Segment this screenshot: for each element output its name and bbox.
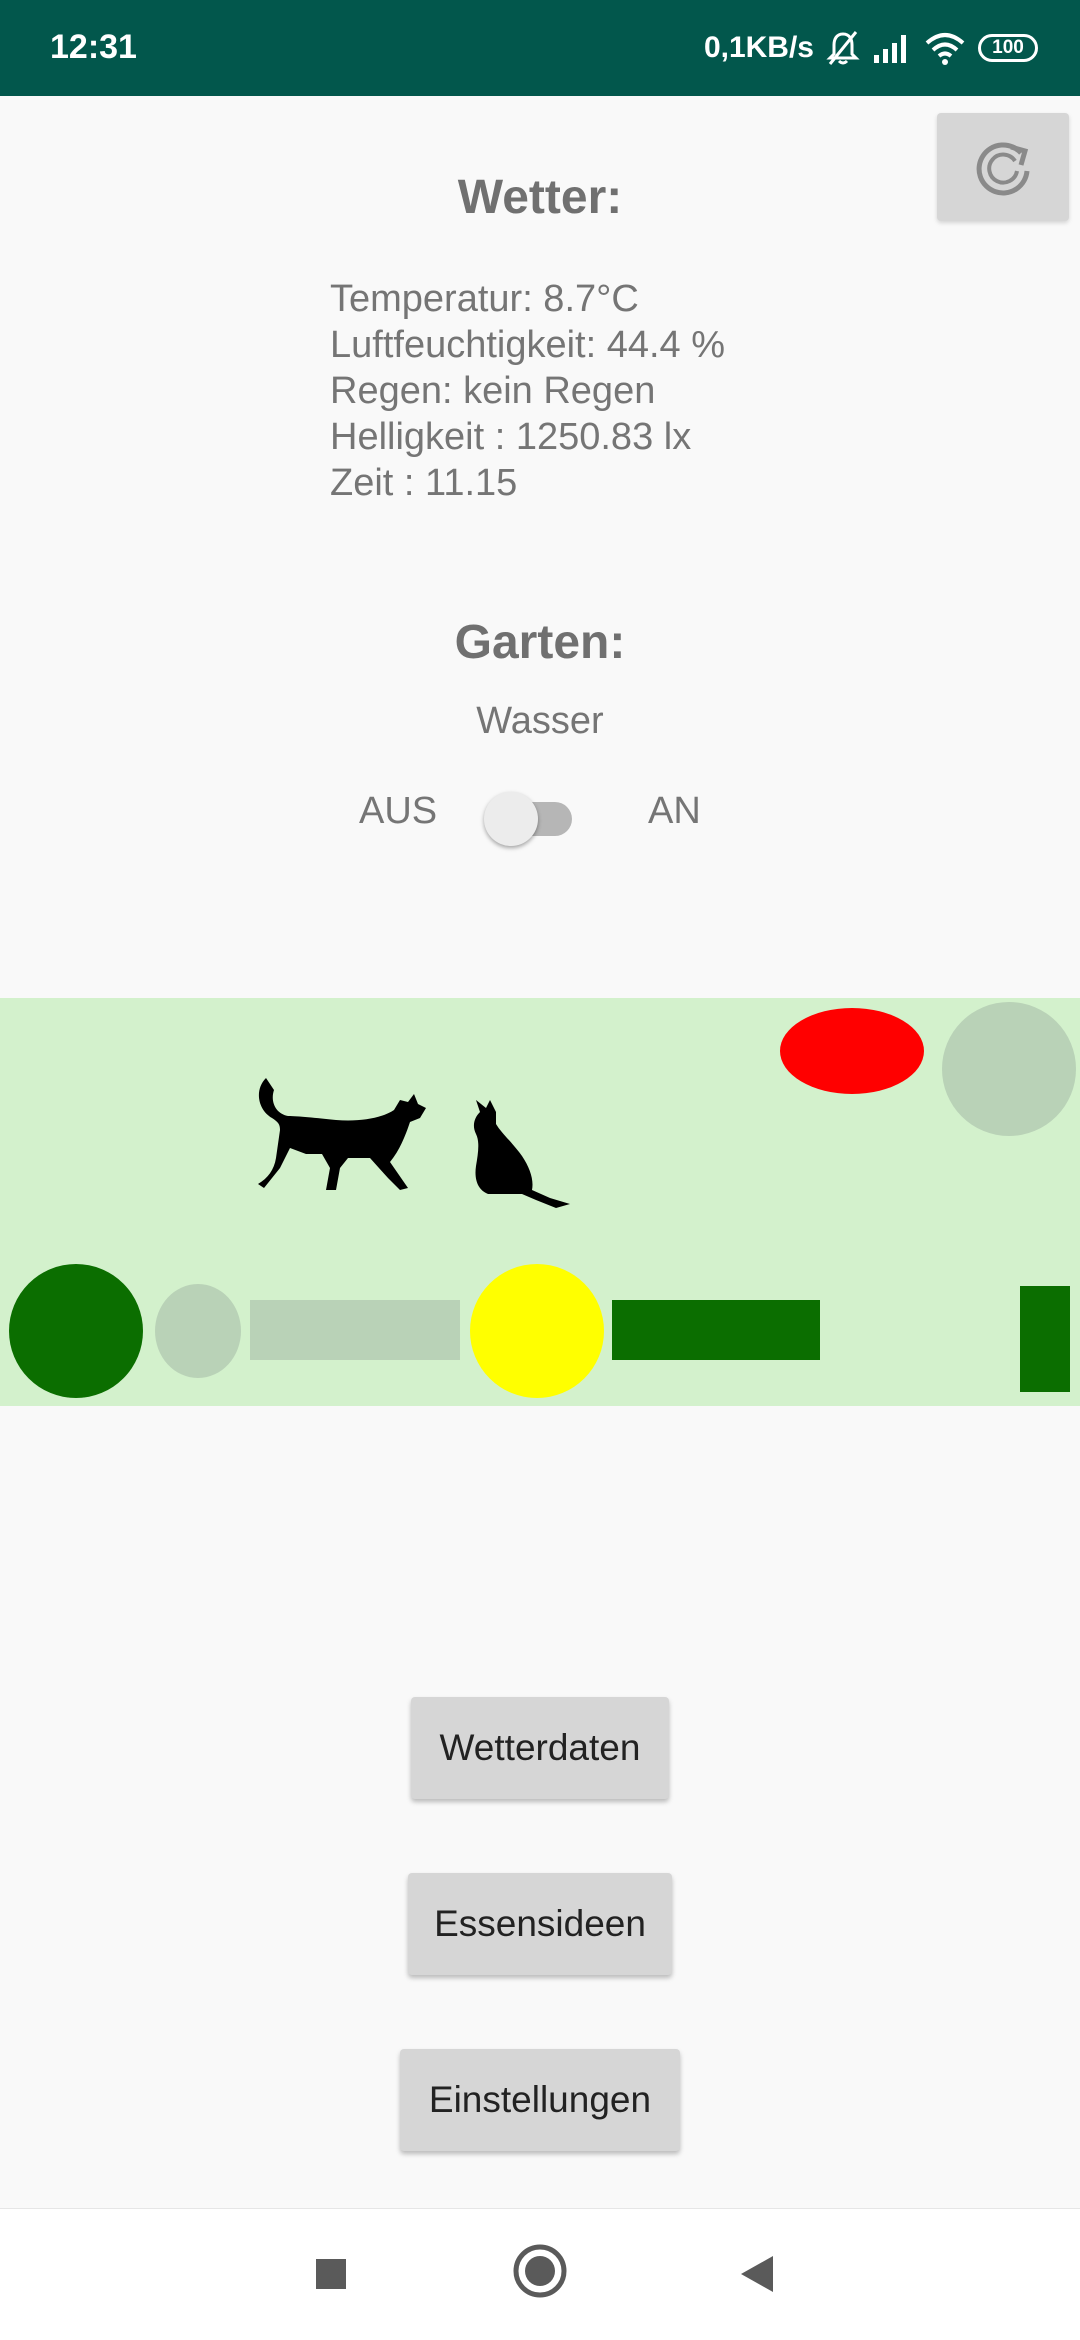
water-switch-thumb[interactable] — [484, 792, 538, 846]
green-circle-large[interactable] — [9, 1264, 143, 1398]
humidity-text: Luftfeuchtigkeit: 44.4 % — [330, 324, 726, 366]
triangle-back-icon — [741, 2256, 773, 2292]
signal-icon — [874, 35, 906, 63]
settings-button[interactable]: Einstellungen — [400, 2049, 680, 2151]
rain-text: Regen: kein Regen — [330, 370, 656, 412]
status-indicators: 0,1KB/s 100 — [704, 26, 1038, 70]
grey-rectangle[interactable] — [250, 1300, 460, 1360]
cat-icon — [258, 1078, 426, 1190]
water-label: Wasser — [476, 700, 604, 742]
weather-info: Temperatur: 8.7°C Luftfeuchtigkeit: 44.4… — [330, 276, 725, 506]
home-button[interactable] — [508, 2239, 572, 2303]
brightness-text: Helligkeit : 1250.83 lx — [330, 416, 692, 458]
green-rectangle[interactable] — [612, 1300, 820, 1360]
battery-level: 100 — [992, 37, 1024, 58]
status-time: 12:31 — [50, 28, 137, 66]
green-rectangle-vertical[interactable] — [1020, 1286, 1070, 1392]
circle-icon — [513, 2244, 567, 2298]
app-screen: 12:31 0,1KB/s 100 Wetter: Temperatur: 8.… — [0, 0, 1080, 2340]
garden-title: Garten: — [454, 616, 626, 669]
back-button[interactable] — [726, 2243, 788, 2305]
navigation-bar — [0, 2208, 1080, 2340]
grey-circle-small[interactable] — [155, 1284, 241, 1378]
wifi-icon — [925, 33, 965, 65]
weather-data-button[interactable]: Wetterdaten — [411, 1697, 669, 1799]
network-speed: 0,1KB/s — [703, 31, 814, 64]
grey-circle-top-right[interactable] — [942, 1002, 1076, 1136]
red-ellipse[interactable] — [780, 1008, 924, 1094]
battery-icon: 100 — [978, 34, 1038, 62]
temperature-text: Temperatur: 8.7°C — [330, 278, 639, 320]
time-text: Zeit : 11.15 — [330, 462, 518, 504]
switch-off-label: AUS — [359, 790, 438, 832]
recents-button[interactable] — [300, 2243, 362, 2305]
food-ideas-button[interactable]: Essensideen — [408, 1873, 672, 1975]
water-switch-row: AUS AN — [0, 786, 1080, 846]
cat-icon — [473, 1100, 570, 1208]
status-bar: 12:31 0,1KB/s 100 — [0, 0, 1080, 96]
bell-muted-icon — [826, 31, 860, 65]
yellow-circle[interactable] — [470, 1264, 604, 1398]
switch-on-label: AN — [648, 790, 701, 832]
square-icon — [316, 2259, 346, 2289]
weather-title: Wetter: — [457, 171, 623, 224]
garden-map — [0, 998, 1080, 1406]
